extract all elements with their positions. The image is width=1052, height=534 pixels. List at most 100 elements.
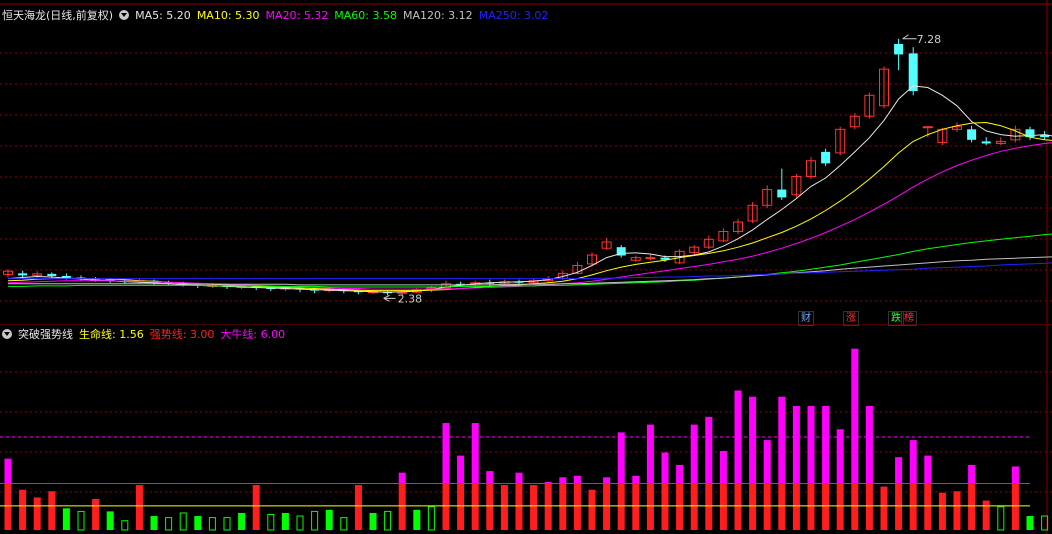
kline-main-panel[interactable]: 7.28 2.38 (0, 0, 1052, 323)
indicator-bar-weak (208, 517, 216, 531)
sub-legend: 突破强势线 生命线: 1.56 强势线: 3.00 大牛线: 6.00 (2, 327, 291, 341)
indicator-bar-strong (851, 483, 859, 530)
strong-line-label: 强势线: 3.00 (149, 328, 215, 341)
indicator-bar-bull (442, 423, 450, 484)
indicator-bar-strong (661, 483, 669, 530)
rank-badge[interactable]: 榜 (901, 311, 917, 326)
indicator-bar-bull (909, 440, 917, 484)
indicator-bar-strong (705, 483, 713, 530)
indicator-bar-bull (676, 464, 684, 484)
indicator-bar-bull (895, 457, 903, 484)
indicator-bar-weak (106, 511, 114, 530)
indicator-bar-bull (851, 348, 859, 484)
indicator-bar-strong (734, 483, 742, 530)
indicator-bar-weak (179, 512, 187, 531)
indicator-bar-strong (690, 483, 698, 530)
dropdown-circle-icon[interactable] (2, 329, 12, 339)
indicator-bar-bull (778, 396, 786, 484)
indicator-bar-weak (121, 520, 129, 531)
candle-body-up (645, 257, 656, 260)
dropdown-circle-icon[interactable] (119, 10, 130, 20)
indicator-bar-bull (865, 406, 873, 484)
low-arrow (383, 294, 396, 302)
candle-body-down (967, 129, 977, 140)
indicator-bar-strong (354, 485, 362, 530)
ma20-label: MA20: 5.32 (265, 8, 329, 22)
indicator-bar-strong (4, 483, 12, 530)
kline-chart[interactable]: 7.28 2.38 (0, 0, 1052, 323)
indicator-bar-strong (895, 483, 903, 530)
indicator-bar-strong (968, 483, 976, 530)
indicator-bar-strong (982, 500, 990, 530)
indicator-bar-bull (4, 458, 12, 484)
high-arrow (902, 34, 917, 40)
indicator-bar-bull (822, 406, 830, 484)
indicator-bar-strong (515, 483, 523, 530)
indicator-panel[interactable] (0, 324, 1052, 534)
indicator-chart[interactable] (0, 324, 1052, 534)
indicator-bar-strong (573, 483, 581, 530)
indicator-bar-weak (77, 510, 85, 531)
indicator-bar-weak (267, 514, 275, 531)
ma5-line (7, 85, 1052, 293)
finance-badge[interactable]: 财 (798, 311, 814, 326)
indicator-title[interactable]: 突破强势线 (18, 326, 73, 342)
ma60-label: MA60: 3.58 (334, 8, 397, 22)
indicator-bar-weak (311, 510, 319, 531)
indicator-bar-weak (1026, 516, 1034, 530)
indicator-bar-strong (617, 483, 625, 530)
ma250-label: MA250: 3.02 (478, 8, 549, 22)
main-legend: 恒天海龙(日线,前复权) MA5: 5.20 MA10: 5.30 MA20: … (2, 7, 554, 23)
stock-title[interactable]: 恒天海龙(日线,前复权) (2, 7, 113, 23)
indicator-bar-strong (719, 483, 727, 530)
ma20-line (7, 142, 1052, 290)
indicator-bar-strong (588, 489, 596, 530)
indicator-bar-weak (150, 516, 158, 530)
indicator-bar-weak (223, 517, 231, 531)
indicator-bar-weak (413, 509, 421, 530)
candle-body-down (981, 141, 991, 144)
indicator-bar-strong (909, 483, 917, 530)
ma120-label: MA120: 3.12 (402, 8, 473, 22)
indicator-bar-strong (92, 499, 100, 530)
indicator-bar-strong (252, 485, 260, 530)
indicator-bar-bull (807, 406, 815, 484)
indicator-bar-strong (792, 483, 800, 530)
indicator-bar-strong (135, 485, 143, 530)
indicator-bar-bull (603, 477, 611, 484)
indicator-bar-bull (719, 450, 727, 484)
indicator-bar-strong (603, 483, 611, 530)
indicator-bar-weak (384, 510, 392, 531)
candle-body-down (47, 273, 57, 276)
indicator-bar-weak (281, 512, 289, 530)
indicator-bar-strong (953, 491, 961, 530)
indicator-bar-strong (398, 483, 406, 530)
indicator-bar-bull (559, 477, 567, 484)
indicator-bar-bull (617, 432, 625, 484)
indicator-bar-bull (457, 455, 465, 484)
indicator-bar-strong (822, 483, 830, 530)
indicator-bar-weak (165, 517, 173, 531)
indicator-bar-weak (427, 506, 435, 531)
indicator-bar-bull (471, 423, 479, 484)
indicator-bar-strong (807, 483, 815, 530)
ma5-label: MA5: 5.20 (135, 8, 191, 22)
indicator-bar-weak (238, 512, 246, 530)
indicator-bar-bull (705, 416, 713, 484)
indicator-bar-bull (968, 464, 976, 484)
candle-body-up (922, 126, 933, 129)
indicator-bar-weak (325, 509, 333, 530)
indicator-bar-strong (646, 483, 654, 530)
lifeline-label: 生命线: 1.56 (79, 328, 144, 341)
indicator-bar-strong (1011, 483, 1019, 530)
indicator-bar-weak (296, 515, 304, 531)
low-price-label: 2.38 (398, 292, 423, 305)
indicator-bar-strong (632, 483, 640, 530)
indicator-bar-strong (19, 489, 27, 530)
indicator-bar-bull (486, 471, 494, 484)
indicator-bar-bull (573, 475, 581, 484)
indicator-bar-weak (62, 508, 70, 530)
rise-badge[interactable]: 涨 (843, 311, 859, 326)
high-price-label: 7.28 (917, 33, 942, 46)
indicator-bar-bull (690, 424, 698, 484)
